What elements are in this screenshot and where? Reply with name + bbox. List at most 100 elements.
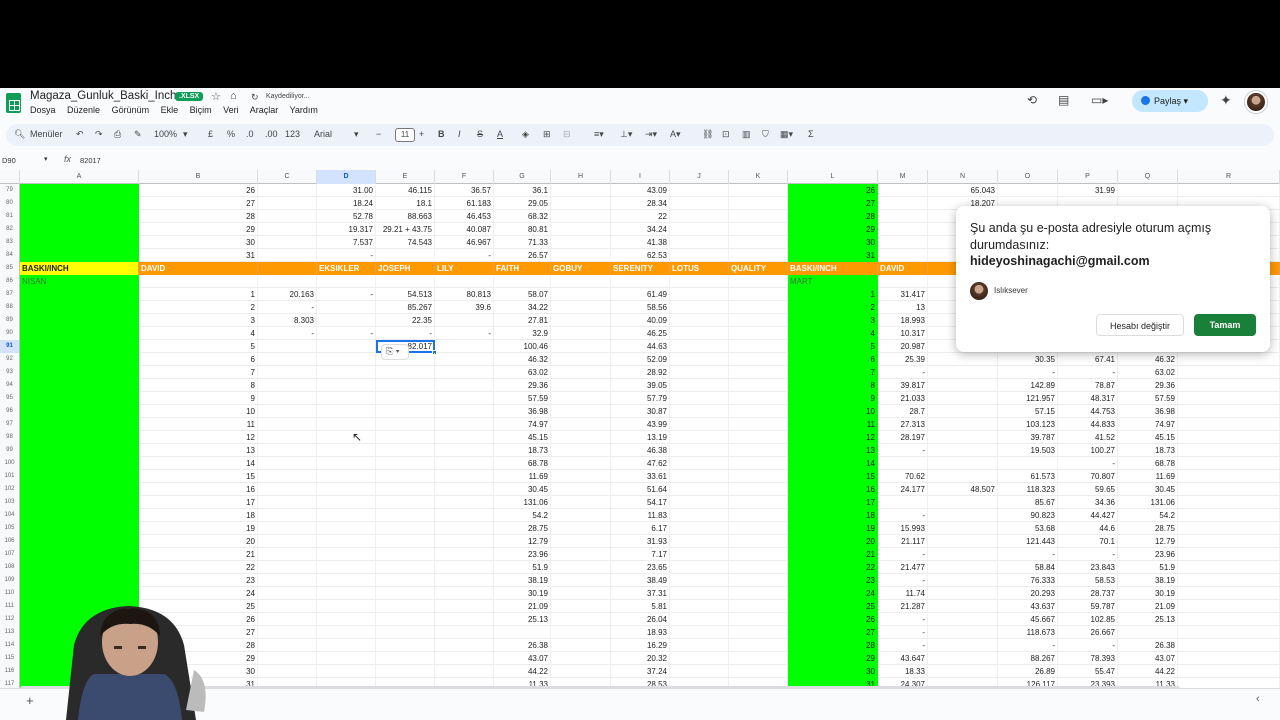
column-header[interactable]: K xyxy=(729,170,788,184)
cell[interactable]: 54.17 xyxy=(611,496,670,509)
cell[interactable]: 29.21 + 43.75 xyxy=(376,223,435,236)
cell[interactable]: 51.64 xyxy=(611,483,670,496)
cell[interactable]: 26.38 xyxy=(1118,639,1178,652)
cell[interactable]: 34.24 xyxy=(611,223,670,236)
cell[interactable]: 27 xyxy=(788,197,878,210)
cell[interactable] xyxy=(928,574,998,587)
cell[interactable]: 36.57 xyxy=(435,184,494,197)
cell[interactable] xyxy=(1178,392,1280,405)
cell[interactable]: 40.087 xyxy=(435,223,494,236)
cell[interactable]: 59.65 xyxy=(1058,483,1118,496)
row-header[interactable]: 98 xyxy=(0,431,20,444)
cell[interactable]: 29 xyxy=(139,223,258,236)
font-chevron-icon[interactable]: ▾ xyxy=(354,129,359,140)
cell[interactable]: LOTUS xyxy=(670,262,729,275)
cell[interactable]: 39.787 xyxy=(998,431,1058,444)
cell[interactable]: 61.183 xyxy=(435,197,494,210)
cell[interactable] xyxy=(1178,626,1280,639)
cell[interactable]: 2 xyxy=(788,301,878,314)
row-header[interactable]: 96 xyxy=(0,405,20,418)
cell[interactable]: 57.59 xyxy=(1118,392,1178,405)
cell[interactable] xyxy=(20,197,139,210)
cell[interactable] xyxy=(551,249,611,262)
cell[interactable] xyxy=(551,184,611,197)
cell[interactable]: 16.29 xyxy=(611,639,670,652)
cell[interactable]: 28.7 xyxy=(878,405,928,418)
cell[interactable]: 20.293 xyxy=(998,587,1058,600)
cell[interactable] xyxy=(928,353,998,366)
cell[interactable]: 46.453 xyxy=(435,210,494,223)
cell[interactable]: 70.62 xyxy=(878,470,928,483)
cell[interactable]: 26.38 xyxy=(494,639,551,652)
cell[interactable]: 58.07 xyxy=(494,288,551,301)
cell[interactable]: 18.93 xyxy=(611,626,670,639)
row-header[interactable]: 110 xyxy=(0,587,20,600)
cell[interactable]: BASKI/INCH xyxy=(20,262,139,275)
cell[interactable] xyxy=(376,275,435,288)
row-header[interactable]: 79 xyxy=(0,184,20,197)
cell[interactable]: 61.49 xyxy=(611,288,670,301)
cell[interactable]: 22 xyxy=(788,561,878,574)
cell[interactable]: 88.267 xyxy=(998,652,1058,665)
currency-format[interactable]: £ xyxy=(208,129,213,139)
number-format[interactable]: 123 xyxy=(285,129,300,139)
bold-icon[interactable]: B xyxy=(438,129,445,139)
row-header[interactable]: 109 xyxy=(0,574,20,587)
cell[interactable] xyxy=(729,561,788,574)
cell[interactable] xyxy=(670,327,729,340)
cell[interactable]: 44.6 xyxy=(1058,522,1118,535)
wrap-icon[interactable]: ⇥▾ xyxy=(645,129,657,140)
cell[interactable]: 46.38 xyxy=(611,444,670,457)
row-header[interactable]: 88 xyxy=(0,301,20,314)
cell[interactable] xyxy=(317,418,376,431)
row-header[interactable]: 80 xyxy=(0,197,20,210)
cell[interactable] xyxy=(551,496,611,509)
add-sheet-icon[interactable]: + xyxy=(26,693,34,708)
cell[interactable]: 24 xyxy=(788,587,878,600)
cell[interactable]: 15 xyxy=(139,470,258,483)
cell[interactable] xyxy=(20,327,139,340)
cell[interactable] xyxy=(258,418,317,431)
cell[interactable]: 29 xyxy=(788,652,878,665)
cell[interactable] xyxy=(551,405,611,418)
cell[interactable] xyxy=(670,223,729,236)
cell[interactable] xyxy=(317,431,376,444)
cell[interactable]: 61.573 xyxy=(998,470,1058,483)
cell[interactable] xyxy=(435,561,494,574)
cell[interactable]: 13 xyxy=(878,301,928,314)
increase-decimal[interactable]: .00 xyxy=(265,129,278,139)
cell[interactable] xyxy=(20,379,139,392)
cell[interactable] xyxy=(435,353,494,366)
cell[interactable] xyxy=(928,535,998,548)
move-icon[interactable]: ⌂ xyxy=(230,90,237,102)
cell[interactable]: 23.65 xyxy=(611,561,670,574)
cell[interactable] xyxy=(258,340,317,353)
cell[interactable] xyxy=(435,652,494,665)
cell[interactable]: 29.36 xyxy=(494,379,551,392)
row-header[interactable]: 97 xyxy=(0,418,20,431)
menu-edit[interactable]: Düzenle xyxy=(67,105,100,115)
cell[interactable]: 21.117 xyxy=(878,535,928,548)
cell[interactable]: 118.673 xyxy=(998,626,1058,639)
cell[interactable] xyxy=(20,444,139,457)
cell[interactable] xyxy=(729,509,788,522)
cell[interactable]: 18.73 xyxy=(494,444,551,457)
cell[interactable] xyxy=(1178,535,1280,548)
cell[interactable]: 18.24 xyxy=(317,197,376,210)
cell[interactable]: 36.98 xyxy=(1118,405,1178,418)
cell[interactable] xyxy=(1178,574,1280,587)
cell[interactable]: 22.35 xyxy=(376,314,435,327)
cell[interactable] xyxy=(928,366,998,379)
cell[interactable] xyxy=(435,496,494,509)
cell[interactable]: 31.00 xyxy=(317,184,376,197)
cell[interactable]: 16 xyxy=(139,483,258,496)
cell[interactable]: 22 xyxy=(139,561,258,574)
cell[interactable]: 9 xyxy=(788,392,878,405)
cell[interactable]: 43.07 xyxy=(494,652,551,665)
zoom-chevron-icon[interactable]: ▾ xyxy=(183,129,188,140)
cell[interactable] xyxy=(878,457,928,470)
cell[interactable] xyxy=(729,613,788,626)
cell[interactable]: 118.323 xyxy=(998,483,1058,496)
cell[interactable]: - xyxy=(317,327,376,340)
cell[interactable] xyxy=(670,210,729,223)
